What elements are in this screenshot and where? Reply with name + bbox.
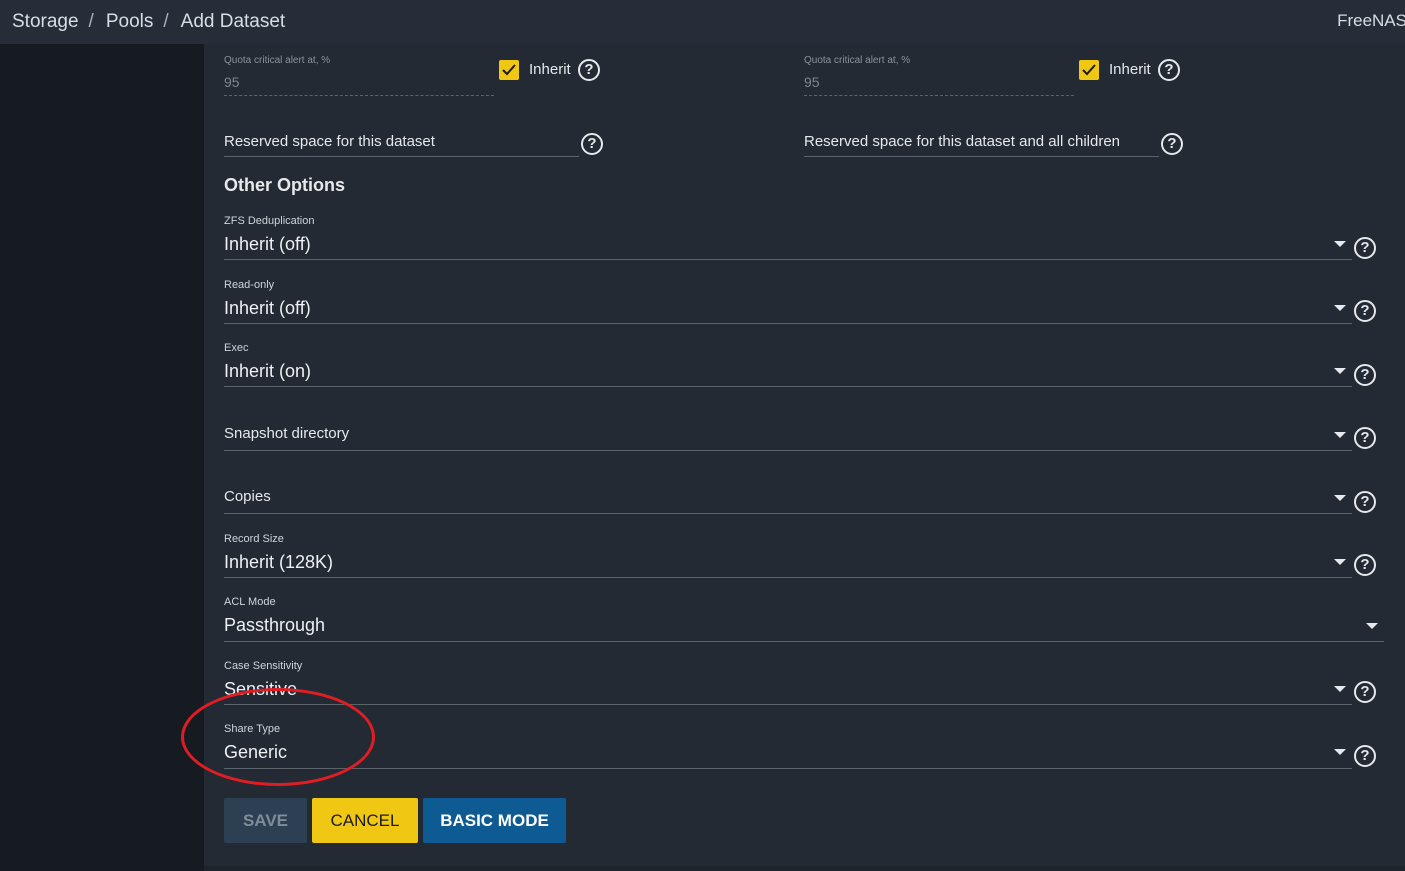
sidebar [0, 44, 204, 871]
chevron-down-icon[interactable] [1334, 749, 1346, 755]
chevron-down-icon[interactable] [1334, 368, 1346, 374]
reserved-space-children-input[interactable]: Reserved space for this dataset and all … [804, 133, 1120, 150]
help-icon[interactable]: ? [1354, 745, 1376, 767]
exec-label: Exec [224, 342, 249, 354]
casesens-label: Case Sensitivity [224, 660, 303, 672]
help-icon[interactable]: ? [1354, 491, 1376, 513]
chevron-down-icon[interactable] [1334, 495, 1346, 501]
copies-underline [224, 513, 1352, 514]
dedup-underline [224, 259, 1352, 260]
basic-mode-button[interactable]: BASIC MODE [423, 798, 566, 843]
inherit-checkbox[interactable] [499, 60, 519, 80]
inherit-label-children: Inherit [1109, 61, 1151, 78]
help-icon[interactable]: ? [1354, 681, 1376, 703]
help-icon[interactable]: ? [578, 59, 600, 81]
reserved-space-children-underline [804, 156, 1159, 157]
chevron-down-icon[interactable] [1334, 241, 1346, 247]
dedup-value[interactable]: Inherit (off) [224, 234, 311, 255]
top-bar: Storage / Pools / Add Dataset FreeNAS [0, 0, 1405, 44]
reserved-space-underline [224, 156, 579, 157]
chevron-down-icon[interactable] [1334, 432, 1346, 438]
help-icon[interactable]: ? [581, 133, 603, 155]
form-card: Quota critical alert at, % 95 Inherit ? … [204, 44, 1405, 866]
section-title-other-options: Other Options [224, 175, 345, 195]
reserved-space-input[interactable]: Reserved space for this dataset [224, 133, 435, 150]
quota-critical-children-label: Quota critical alert at, % [804, 55, 911, 66]
aclmode-value[interactable]: Passthrough [224, 615, 325, 636]
cancel-button[interactable]: CANCEL [312, 798, 418, 843]
help-icon[interactable]: ? [1161, 133, 1183, 155]
quota-critical-label: Quota critical alert at, % [224, 55, 331, 66]
quota-critical-children-input[interactable]: 95 [804, 74, 820, 90]
breadcrumb-pools[interactable]: Pools [106, 11, 154, 33]
quota-critical-underline [224, 95, 494, 96]
sharetype-underline [224, 768, 1352, 769]
readonly-underline [224, 323, 1352, 324]
exec-underline [224, 386, 1352, 387]
annotation-circle [181, 688, 375, 786]
breadcrumb-add-dataset: Add Dataset [180, 11, 286, 32]
help-icon[interactable]: ? [1354, 300, 1376, 322]
breadcrumb-storage[interactable]: Storage [12, 11, 79, 33]
check-icon [502, 64, 516, 76]
save-button[interactable]: SAVE [224, 798, 307, 843]
check-icon [1082, 64, 1096, 76]
quota-critical-children-underline [804, 95, 1074, 96]
aclmode-underline [224, 641, 1384, 642]
breadcrumb-separator: / [88, 11, 94, 32]
help-icon[interactable]: ? [1354, 237, 1376, 259]
copies-placeholder[interactable]: Copies [224, 488, 271, 505]
snapdir-placeholder[interactable]: Snapshot directory [224, 425, 349, 442]
chevron-down-icon[interactable] [1334, 686, 1346, 692]
chevron-down-icon[interactable] [1334, 305, 1346, 311]
snapdir-underline [224, 450, 1352, 451]
recordsize-underline [224, 577, 1352, 578]
dedup-label: ZFS Deduplication [224, 215, 315, 227]
help-icon[interactable]: ? [1354, 427, 1376, 449]
exec-value[interactable]: Inherit (on) [224, 361, 311, 382]
chevron-down-icon[interactable] [1334, 559, 1346, 565]
inherit-label: Inherit [529, 61, 571, 78]
help-icon[interactable]: ? [1158, 59, 1180, 81]
inherit-checkbox-children[interactable] [1079, 60, 1099, 80]
recordsize-label: Record Size [224, 533, 284, 545]
readonly-value[interactable]: Inherit (off) [224, 298, 311, 319]
aclmode-label: ACL Mode [224, 596, 276, 608]
help-icon[interactable]: ? [1354, 554, 1376, 576]
breadcrumb-separator: / [163, 11, 169, 32]
quota-critical-input[interactable]: 95 [224, 74, 240, 90]
brand-label: FreeNAS [1337, 11, 1405, 30]
recordsize-value[interactable]: Inherit (128K) [224, 552, 333, 573]
readonly-label: Read-only [224, 279, 275, 291]
help-icon[interactable]: ? [1354, 364, 1376, 386]
chevron-down-icon[interactable] [1366, 623, 1378, 629]
casesens-underline [224, 704, 1352, 705]
